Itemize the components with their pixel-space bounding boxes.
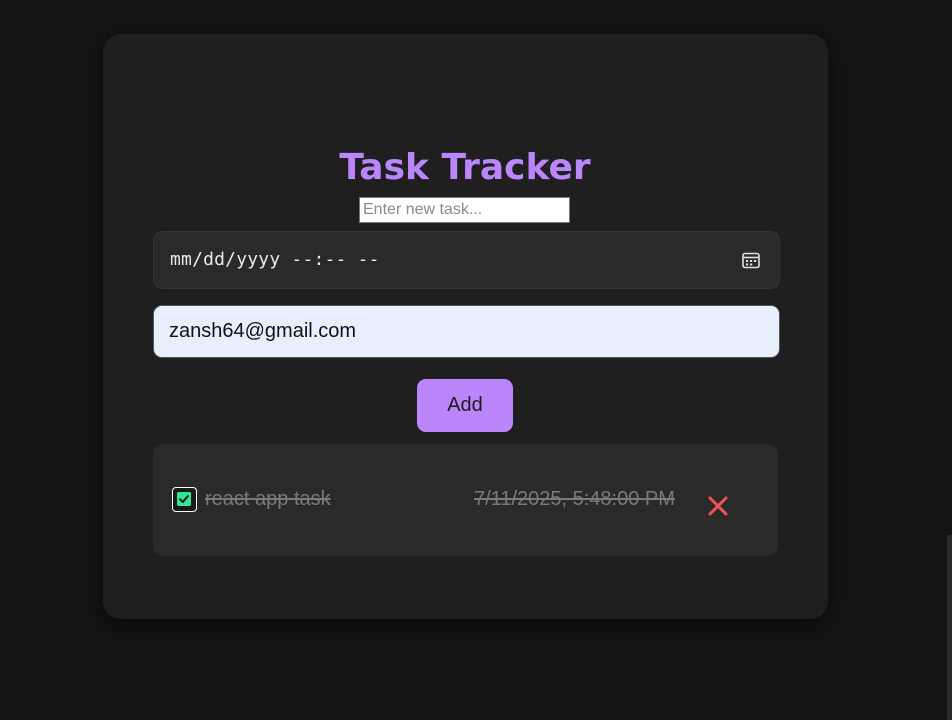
page-title: Task Tracker (339, 147, 591, 188)
task-tracker-card: Task Tracker mm/dd/yyyy --:-- -- Add (103, 34, 828, 619)
task-text: react app task (205, 488, 331, 510)
checkbox-fill (177, 492, 191, 506)
scrollbar[interactable] (947, 535, 952, 720)
close-icon (708, 496, 728, 516)
add-task-button[interactable]: Add (417, 379, 513, 432)
delete-task-button[interactable] (706, 494, 730, 518)
task-list: react app task 7/11/2025, 5:48:00 PM (153, 444, 778, 556)
new-task-input[interactable] (359, 197, 570, 223)
datetime-field[interactable]: mm/dd/yyyy --:-- -- (153, 231, 780, 289)
datetime-placeholder: mm/dd/yyyy --:-- -- (170, 249, 380, 270)
calendar-icon[interactable] (741, 250, 761, 270)
email-field[interactable] (153, 305, 780, 358)
check-icon (179, 495, 189, 503)
task-date: 7/11/2025, 5:48:00 PM (474, 488, 675, 510)
task-complete-checkbox[interactable] (172, 487, 197, 512)
